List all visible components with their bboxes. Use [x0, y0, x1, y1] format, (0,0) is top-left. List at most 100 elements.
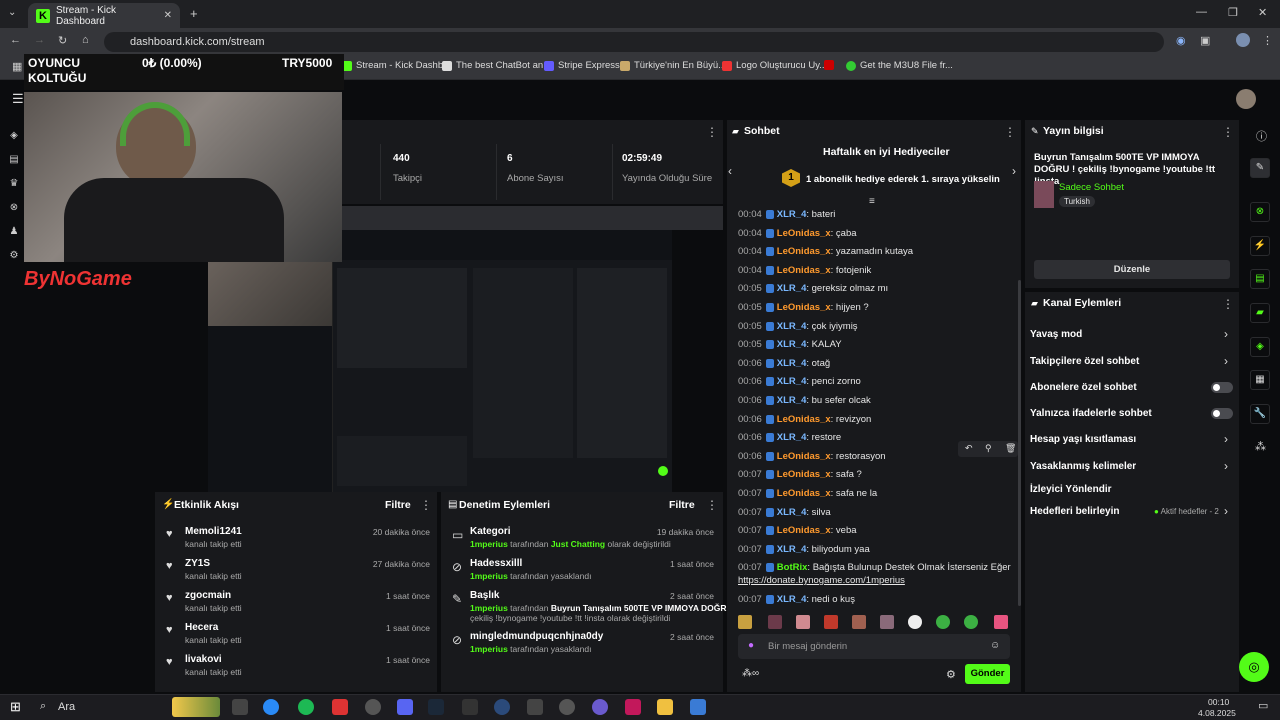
taskbar-search[interactable]: Ara: [58, 701, 75, 713]
activity-tool-icon[interactable]: ⚡: [1250, 236, 1270, 256]
bookmark-item[interactable]: Türkiye'nin En Büyü...: [620, 60, 726, 71]
settings-nav-icon[interactable]: ⚙: [8, 250, 20, 262]
subs-only-toggle[interactable]: [1211, 382, 1233, 393]
edit-button[interactable]: Düzenle: [1034, 260, 1230, 279]
chat-filter-icon[interactable]: ≡: [869, 196, 875, 207]
emote-icon[interactable]: [824, 615, 838, 629]
notification-icon[interactable]: ▭: [1258, 699, 1268, 712]
slow-mode-row[interactable]: Yavaş mod: [1030, 329, 1082, 340]
chat-username[interactable]: LeOnidas_x: [777, 265, 831, 276]
epic-icon[interactable]: [462, 699, 478, 715]
info-icon[interactable]: ⓘ: [1256, 128, 1267, 144]
emote-icon[interactable]: [768, 615, 782, 629]
back-icon[interactable]: ←: [10, 34, 21, 46]
browser-menu-icon[interactable]: ⋮: [1262, 34, 1273, 47]
broadcast-tool-icon[interactable]: ◈: [1250, 337, 1270, 357]
chat-username[interactable]: XLR_4: [777, 283, 807, 294]
emote-icon[interactable]: [738, 615, 752, 629]
obs-icon[interactable]: [365, 699, 381, 715]
users-nav-icon[interactable]: ♟: [8, 226, 20, 238]
spotify-icon[interactable]: [298, 699, 314, 715]
chevron-right-icon[interactable]: ›: [1224, 504, 1228, 518]
app-icon[interactable]: [494, 699, 510, 715]
stats-menu-icon[interactable]: ⋮: [706, 125, 718, 139]
moderation-nav-icon[interactable]: ⊗: [8, 202, 20, 214]
pin-icon[interactable]: ⚲: [985, 443, 992, 454]
bookmark-item[interactable]: Stripe Express: [544, 60, 620, 71]
chat-username[interactable]: XLR_4: [777, 209, 807, 220]
moderation-menu-icon[interactable]: ⋮: [706, 498, 718, 512]
activity-menu-icon[interactable]: ⋮: [420, 498, 432, 512]
chat-username[interactable]: LeOnidas_x: [777, 414, 831, 425]
chat-username[interactable]: LeOnidas_x: [777, 469, 831, 480]
chat-username[interactable]: XLR_4: [777, 358, 807, 369]
bookmark-item[interactable]: Get the M3U8 File fr...: [846, 60, 953, 71]
taskbar-search-icon[interactable]: ⌕: [40, 700, 46, 713]
chat-input[interactable]: Bir mesaj gönderin: [768, 641, 847, 652]
category-link[interactable]: Sadece Sohbet: [1059, 182, 1124, 193]
chat-username[interactable]: XLR_4: [777, 395, 807, 406]
moderation-filter-button[interactable]: Filtre: [669, 499, 695, 511]
send-button[interactable]: Gönder: [965, 664, 1010, 684]
document-tool-icon[interactable]: ▤: [1250, 269, 1270, 289]
activity-filter-button[interactable]: Filtre: [385, 499, 411, 511]
discord-icon[interactable]: [397, 699, 413, 715]
user-avatar[interactable]: [1236, 89, 1256, 109]
chat-username[interactable]: XLR_4: [777, 432, 807, 443]
emote-icon[interactable]: [880, 615, 894, 629]
chevron-right-icon[interactable]: ›: [1224, 327, 1228, 341]
bookmark-item[interactable]: Stream - Kick Dashb...: [342, 60, 451, 71]
bookmark-item[interactable]: [824, 60, 834, 70]
explorer-icon[interactable]: [657, 699, 673, 715]
chat-username[interactable]: LeOnidas_x: [777, 302, 831, 313]
steam-icon[interactable]: [428, 699, 444, 715]
account-age-row[interactable]: Hesap yaşı kısıtlaması: [1030, 434, 1136, 445]
app-icon[interactable]: [625, 699, 641, 715]
chat-scrollbar[interactable]: [1018, 280, 1021, 606]
chat-username[interactable]: LeOnidas_x: [777, 228, 831, 239]
chat-settings-icon[interactable]: ⚙: [946, 668, 956, 681]
windows-start-icon[interactable]: ⊞: [10, 699, 21, 715]
chat-username[interactable]: XLR_4: [777, 594, 807, 605]
reload-icon[interactable]: ↻: [58, 34, 67, 47]
channel-actions-menu-icon[interactable]: ⋮: [1222, 297, 1234, 311]
gifters-next-icon[interactable]: ›: [1012, 164, 1016, 178]
taskview-icon[interactable]: [232, 699, 248, 715]
chat-menu-icon[interactable]: ⋮: [1004, 125, 1016, 139]
chat-username[interactable]: BotRix: [777, 562, 808, 573]
stream-nav-icon[interactable]: ◈: [8, 130, 20, 142]
chat-username[interactable]: XLR_4: [777, 339, 807, 350]
forward-icon[interactable]: →: [34, 34, 45, 46]
new-tab-icon[interactable]: +: [190, 6, 198, 21]
bookmark-item[interactable]: The best ChatBot an...: [442, 60, 551, 71]
mic-icon[interactable]: ●: [748, 640, 754, 651]
chevron-right-icon[interactable]: ›: [1224, 354, 1228, 368]
maximize-icon[interactable]: ❐: [1228, 6, 1238, 19]
apps-tool-icon[interactable]: ⁂: [1255, 440, 1266, 453]
help-chat-button[interactable]: ◎: [1239, 652, 1269, 682]
emoji-icon[interactable]: ☺: [990, 640, 1000, 651]
banned-words-row[interactable]: Yasaklanmış kelimeler: [1030, 461, 1136, 472]
app-icon[interactable]: [527, 699, 543, 715]
trophy-nav-icon[interactable]: ♛: [8, 178, 20, 190]
browser-tab[interactable]: K Stream - Kick Dashboard ✕: [28, 3, 180, 28]
stream-preview[interactable]: [208, 230, 672, 492]
chat-username[interactable]: LeOnidas_x: [777, 488, 831, 499]
minimize-icon[interactable]: —: [1196, 6, 1207, 18]
chat-username[interactable]: LeOnidas_x: [777, 246, 831, 257]
app-icon[interactable]: [332, 699, 348, 715]
chat-username[interactable]: LeOnidas_x: [777, 525, 831, 536]
emote-icon[interactable]: [796, 615, 810, 629]
delete-icon[interactable]: 🗑: [1005, 443, 1016, 454]
home-icon[interactable]: ⌂: [82, 34, 89, 46]
chat-username[interactable]: XLR_4: [777, 376, 807, 387]
dashboard-nav-icon[interactable]: ▤: [8, 154, 20, 166]
sunflower-widget[interactable]: [172, 697, 220, 717]
emote-icon[interactable]: [852, 615, 866, 629]
moderation-tool-icon[interactable]: ⊗: [1250, 202, 1270, 222]
url-field[interactable]: dashboard.kick.com/stream: [104, 32, 1164, 52]
app-icon[interactable]: [559, 699, 575, 715]
bookmark-item[interactable]: Logo Oluşturucu Uy...: [722, 60, 827, 71]
apps-grid-icon[interactable]: ▦: [12, 60, 22, 73]
chrome-icon[interactable]: [263, 699, 279, 715]
